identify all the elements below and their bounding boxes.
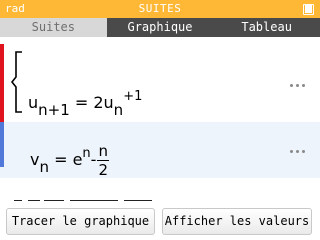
sequence-row-u[interactable]: un+1 = 2un+1 u0 = 2 — [0, 37, 320, 150]
tab-graphique[interactable]: Graphique — [107, 18, 214, 37]
explicit-formula: vn = en-n 2 — [30, 143, 109, 178]
sequence-color-marker — [0, 122, 4, 167]
rhs-start: = e — [54, 150, 83, 169]
status-bar: rad SUITES — [0, 0, 320, 18]
lhs-index: n — [39, 158, 49, 176]
bottom-bar: Tracer le graphique Afficher les valeurs — [0, 204, 320, 240]
tab-tableau[interactable]: Tableau — [213, 18, 320, 37]
recurrence-formula: un+1 = 2un+1 — [28, 89, 142, 119]
frac-numerator: n — [98, 142, 108, 160]
rhs-sup: +1 — [123, 89, 143, 104]
rhs-exp: n — [82, 146, 91, 161]
app-title: SUITES — [138, 2, 182, 15]
show-values-button[interactable]: Afficher les valeurs — [162, 208, 312, 235]
more-options-icon[interactable] — [290, 150, 308, 156]
more-options-icon[interactable] — [290, 84, 308, 90]
tab-suites[interactable]: Suites — [0, 18, 107, 37]
system-brace-icon — [11, 51, 22, 113]
frac-denominator: 2 — [98, 161, 108, 179]
minus-sign: - — [90, 150, 97, 169]
battery-icon — [303, 4, 314, 15]
plot-graph-button[interactable]: Tracer le graphique — [6, 208, 155, 235]
tab-bar: Suites Graphique Tableau — [0, 18, 320, 37]
sequence-color-marker — [0, 44, 4, 122]
rhs-sub: n — [113, 101, 124, 119]
rhs: = 2u — [74, 93, 114, 112]
fraction: n2 — [97, 143, 109, 178]
add-sequence-row-partial[interactable] — [0, 190, 320, 204]
lhs-base: u — [28, 93, 39, 112]
lhs-index: n+1 — [38, 101, 70, 119]
